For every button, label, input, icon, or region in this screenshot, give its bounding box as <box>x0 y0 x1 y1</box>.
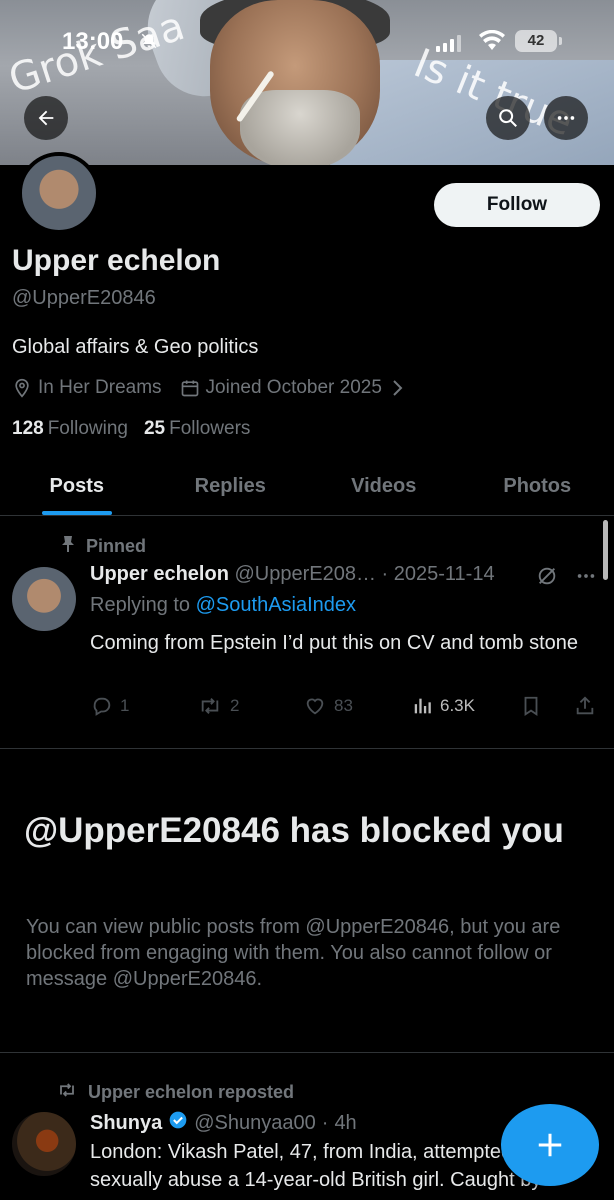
profile-avatar[interactable] <box>18 152 100 234</box>
reply-icon <box>93 697 111 716</box>
like-count: 83 <box>334 696 353 715</box>
more-horizontal-icon <box>557 116 575 120</box>
profile-joined: Joined October 2025 <box>205 377 382 398</box>
repost-handle: @Shunyaa00 <box>194 1111 316 1134</box>
pinned-indicator: Pinned <box>60 535 146 558</box>
arrow-left-icon <box>38 110 54 126</box>
post-author[interactable]: Upper echelon <box>90 563 229 585</box>
blocked-message: You can view public posts from @UpperE20… <box>26 916 561 990</box>
profile-handle: @UpperE20846 <box>12 287 156 309</box>
status-bar: 13:00 42 <box>0 28 614 60</box>
post-header: Upper echelon @UpperE208… · 2025-11-14 <box>90 563 495 586</box>
followers-label: Followers <box>169 418 251 439</box>
replying-to: Replying to @SouthAsiaIndex <box>90 594 356 617</box>
wifi-icon <box>478 29 506 57</box>
repost-author[interactable]: Shunya <box>90 1112 162 1135</box>
bookmark-button[interactable] <box>520 695 542 717</box>
compose-post-button[interactable] <box>501 1104 599 1186</box>
repost-separator: · <box>321 1111 329 1134</box>
post-avatar[interactable] <box>12 567 76 631</box>
share-icon <box>576 696 594 715</box>
repost-label: Upper echelon reposted <box>88 1082 295 1102</box>
followers-count: 25 <box>143 418 166 439</box>
repost-indicator: Upper echelon reposted <box>56 1081 294 1104</box>
pinned-label: Pinned <box>86 536 147 556</box>
more-options-button[interactable] <box>544 96 588 140</box>
tab-photos[interactable]: Photos <box>461 458 614 515</box>
cellular-signal-icon <box>436 34 461 52</box>
plus-icon <box>538 1133 562 1157</box>
repost-author-avatar[interactable] <box>12 1112 76 1176</box>
replying-prefix: Replying to <box>90 594 191 616</box>
back-button[interactable] <box>24 96 68 140</box>
pin-icon <box>60 535 76 558</box>
verified-badge-icon <box>168 1110 188 1136</box>
follow-stats: 128 Following 25 Followers <box>12 418 250 440</box>
tab-replies[interactable]: Replies <box>154 458 308 515</box>
repost-count: 2 <box>230 696 240 715</box>
reply-count: 1 <box>120 696 130 715</box>
tab-videos[interactable]: Videos <box>307 458 461 515</box>
repost-icon <box>201 698 219 714</box>
like-button[interactable]: 83 <box>302 695 353 717</box>
divider <box>0 1052 614 1053</box>
following-count: 128 <box>12 418 44 439</box>
post-actions: 1 2 83 6.3K <box>90 695 604 723</box>
replying-to-link[interactable]: @SouthAsiaIndex <box>196 594 356 616</box>
profile-location: In Her Dreams <box>38 377 162 398</box>
chevron-right-icon[interactable] <box>390 379 404 397</box>
search-button[interactable] <box>486 96 530 140</box>
blocked-title: @UpperE20846 has blocked you <box>24 811 564 850</box>
share-button[interactable] <box>574 695 596 717</box>
followers-link[interactable]: 25 Followers <box>144 418 250 440</box>
tab-posts[interactable]: Posts <box>0 458 154 515</box>
status-time: 13:00 <box>62 28 124 55</box>
views-count: 6.3K <box>440 696 475 715</box>
views-icon <box>414 698 431 714</box>
scrollbar[interactable] <box>603 520 608 580</box>
reply-button[interactable]: 1 <box>90 695 129 717</box>
following-link[interactable]: 128 Following <box>12 418 128 440</box>
post-separator: · <box>381 563 389 585</box>
views-button[interactable]: 6.3K <box>412 695 475 717</box>
profile-meta: In Her Dreams Joined October 2025 <box>12 376 410 400</box>
post-more-icon[interactable] <box>574 565 598 592</box>
post-handle: @UpperE208… <box>234 563 376 585</box>
repost-header: Shunya @Shunyaa00 · 4h <box>90 1110 357 1136</box>
pinned-post[interactable]: Pinned Upper echelon @UpperE208… · 2025-… <box>0 517 614 749</box>
post-date: 2025-11-14 <box>393 563 495 585</box>
repost-button[interactable]: 2 <box>196 695 239 717</box>
repost-time: 4h <box>334 1111 357 1134</box>
calendar-icon <box>180 378 200 398</box>
profile-banner[interactable]: Grok Saa Is it true <box>0 0 614 165</box>
search-icon <box>499 109 517 127</box>
follow-button[interactable]: Follow <box>434 183 600 227</box>
post-text: Coming from Epstein I’d put this on CV a… <box>90 632 579 654</box>
grok-analyze-icon[interactable] <box>536 565 558 592</box>
battery-indicator: 42 <box>515 30 562 52</box>
bell-slash-icon <box>140 32 158 55</box>
profile-name: Upper echelon <box>12 244 221 277</box>
banner-beard <box>240 90 360 165</box>
location-icon <box>12 378 32 398</box>
bookmark-icon <box>524 696 538 716</box>
profile-bio: Global affairs & Geo politics <box>12 336 259 358</box>
repost-icon <box>56 1081 78 1104</box>
profile-tabs: Posts Replies Videos Photos <box>0 458 614 516</box>
heart-icon <box>306 698 324 715</box>
following-label: Following <box>47 418 128 439</box>
